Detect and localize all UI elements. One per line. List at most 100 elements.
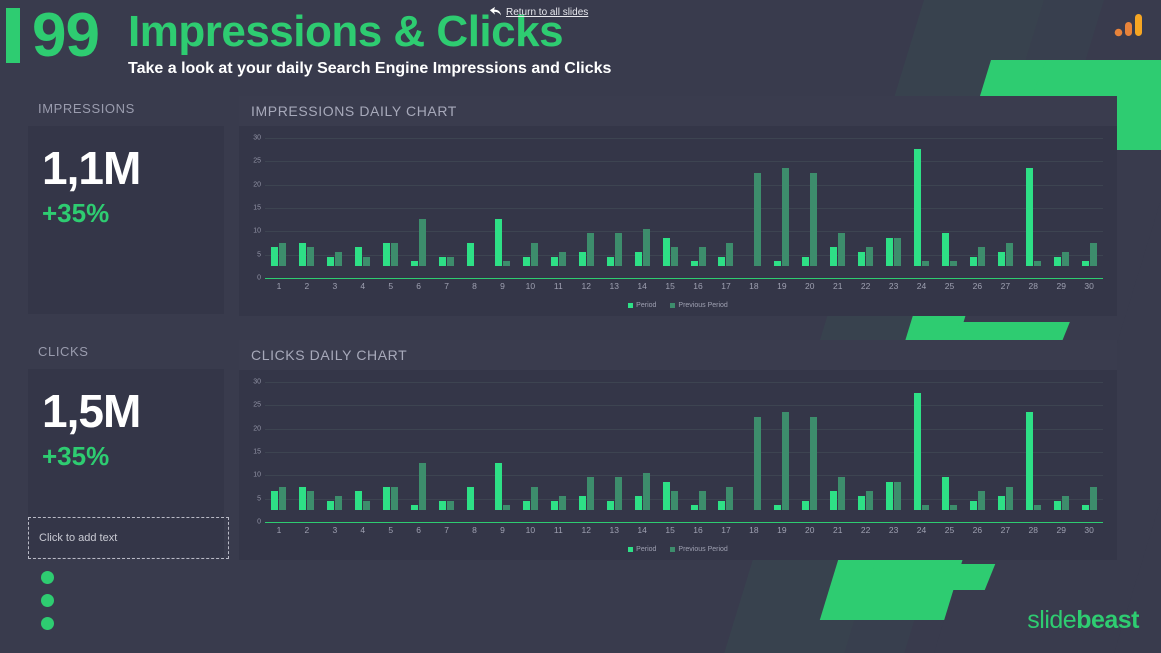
x-axis-tick: 3 [332, 281, 338, 291]
legend-item-previous-period[interactable]: Previous Period [670, 546, 728, 553]
bar-current-day-11 [550, 256, 558, 266]
x-axis-tick: 16 [693, 525, 703, 535]
bar-group-day-4 [349, 247, 377, 266]
slide-canvas: 99 Impressions & Clicks Take a look at y… [0, 0, 1161, 653]
x-axis-tick: 8 [472, 281, 477, 291]
x-axis-tick: 17 [721, 525, 731, 535]
bar-previous-day-7 [447, 500, 455, 510]
kpi-delta-clicks: +35% [42, 441, 110, 472]
x-axis: 1 2 3 4 5 6 7 8 9 10 11 12 13 14 15 16 17 18 19 20 21 22 23 24 2… [265, 525, 1103, 535]
bar-current-day-30 [1081, 261, 1089, 266]
legend-item-period[interactable]: Period [628, 302, 656, 309]
chart-baseline [265, 278, 1103, 279]
x-axis-tick: 1 [276, 525, 282, 535]
legend-swatch-icon [670, 303, 676, 308]
legend-label-period: Period [636, 546, 657, 553]
kpi-delta-impressions: +35% [42, 198, 110, 229]
kpi-body-impressions: 1,1M +35% [28, 126, 224, 314]
bar-group-day-10 [516, 242, 544, 266]
bar-current-day-25 [941, 477, 949, 510]
bar-series-group [265, 126, 1103, 266]
bar-previous-day-6 [419, 219, 427, 266]
bar-previous-day-27 [1005, 486, 1013, 510]
bar-previous-day-3 [335, 252, 343, 266]
add-text-placeholder[interactable]: Click to add text [28, 517, 229, 559]
bar-previous-day-10 [530, 242, 538, 266]
bar-previous-day-23 [894, 482, 902, 510]
bar-current-day-19 [774, 261, 782, 266]
x-axis-tick: 30 [1084, 525, 1094, 535]
bar-previous-day-30 [1089, 242, 1097, 266]
bar-current-day-16 [690, 261, 698, 266]
bar-previous-day-16 [698, 491, 706, 510]
bar-previous-day-4 [363, 500, 371, 510]
add-text-placeholder-label: Click to add text [39, 532, 118, 544]
legend-item-previous-period[interactable]: Previous Period [670, 302, 728, 309]
x-axis-tick: 13 [609, 525, 619, 535]
bar-group-day-22 [852, 491, 880, 510]
slidebeast-logo: slide beast [1027, 606, 1139, 635]
bar-group-day-2 [293, 486, 321, 510]
bar-previous-day-26 [977, 247, 985, 266]
bar-current-day-3 [327, 256, 335, 266]
x-axis-tick: 20 [805, 281, 815, 291]
bar-group-day-25 [936, 477, 964, 510]
x-axis-tick: 17 [721, 281, 731, 291]
bar-current-day-10 [522, 256, 530, 266]
bar-previous-day-15 [670, 247, 678, 266]
bar-current-day-9 [494, 219, 502, 266]
bar-group-day-21 [824, 233, 852, 266]
bar-group-day-9 [489, 219, 517, 266]
bar-previous-day-27 [1005, 242, 1013, 266]
bar-group-day-27 [991, 486, 1019, 510]
y-axis-tick: 25 [253, 157, 261, 165]
bar-group-day-30 [1075, 242, 1103, 266]
bar-previous-day-5 [391, 486, 399, 510]
bar-previous-day-23 [894, 238, 902, 266]
bar-previous-day-4 [363, 256, 371, 266]
bar-group-day-8 [461, 486, 489, 510]
chart-panel-clicks: CLICKS DAILY CHART 0 5 10 15 20 25 30 1 2 3 4 5 6 7 8 9 1… [239, 340, 1117, 560]
bar-group-day-7 [433, 256, 461, 266]
x-axis-tick: 22 [860, 281, 871, 291]
kpi-label-clicks: CLICKS [38, 344, 89, 359]
bar-current-day-26 [969, 500, 977, 510]
bar-previous-day-25 [949, 261, 957, 266]
bar-previous-day-30 [1089, 486, 1097, 510]
bar-previous-day-6 [419, 463, 427, 510]
legend-item-period[interactable]: Period [628, 546, 656, 553]
bar-group-day-5 [377, 486, 405, 510]
bar-current-day-3 [327, 500, 335, 510]
bar-group-day-13 [600, 477, 628, 510]
return-to-all-slides-link[interactable]: Return to all slides [488, 6, 588, 18]
y-axis-tick: 15 [253, 204, 261, 212]
bar-previous-day-24 [922, 505, 930, 510]
bar-previous-day-13 [614, 233, 622, 266]
x-axis-tick: 18 [749, 281, 759, 291]
logo-text-light: slide [1027, 606, 1077, 634]
bar-previous-day-20 [810, 416, 818, 510]
bar-previous-day-14 [642, 228, 650, 266]
y-axis-tick: 15 [253, 448, 261, 456]
legend-swatch-icon [670, 547, 676, 552]
bar-previous-day-21 [838, 477, 846, 510]
y-axis-tick: 20 [253, 181, 261, 189]
bar-current-day-23 [886, 238, 894, 266]
x-axis-tick: 23 [888, 281, 899, 291]
x-axis-tick: 2 [304, 281, 310, 291]
bar-group-day-9 [489, 463, 517, 510]
bar-current-day-2 [299, 486, 307, 510]
bar-current-day-24 [914, 149, 922, 266]
kpi-value-impressions: 1,1M [42, 142, 141, 194]
chart-baseline [265, 522, 1103, 523]
bar-current-day-29 [1053, 500, 1061, 510]
bar-group-day-28 [1019, 168, 1047, 266]
legend-label-period: Period [636, 302, 657, 309]
x-axis-tick: 21 [832, 525, 843, 535]
bar-previous-day-19 [782, 168, 790, 266]
x-axis-tick: 14 [637, 281, 647, 291]
x-axis-tick: 20 [805, 525, 815, 535]
bar-current-day-7 [439, 256, 447, 266]
chart-panel-impressions: IMPRESSIONS DAILY CHART 0 5 10 15 20 25 30 1 2 3 4 5… [239, 96, 1117, 316]
bar-current-day-4 [355, 247, 363, 266]
